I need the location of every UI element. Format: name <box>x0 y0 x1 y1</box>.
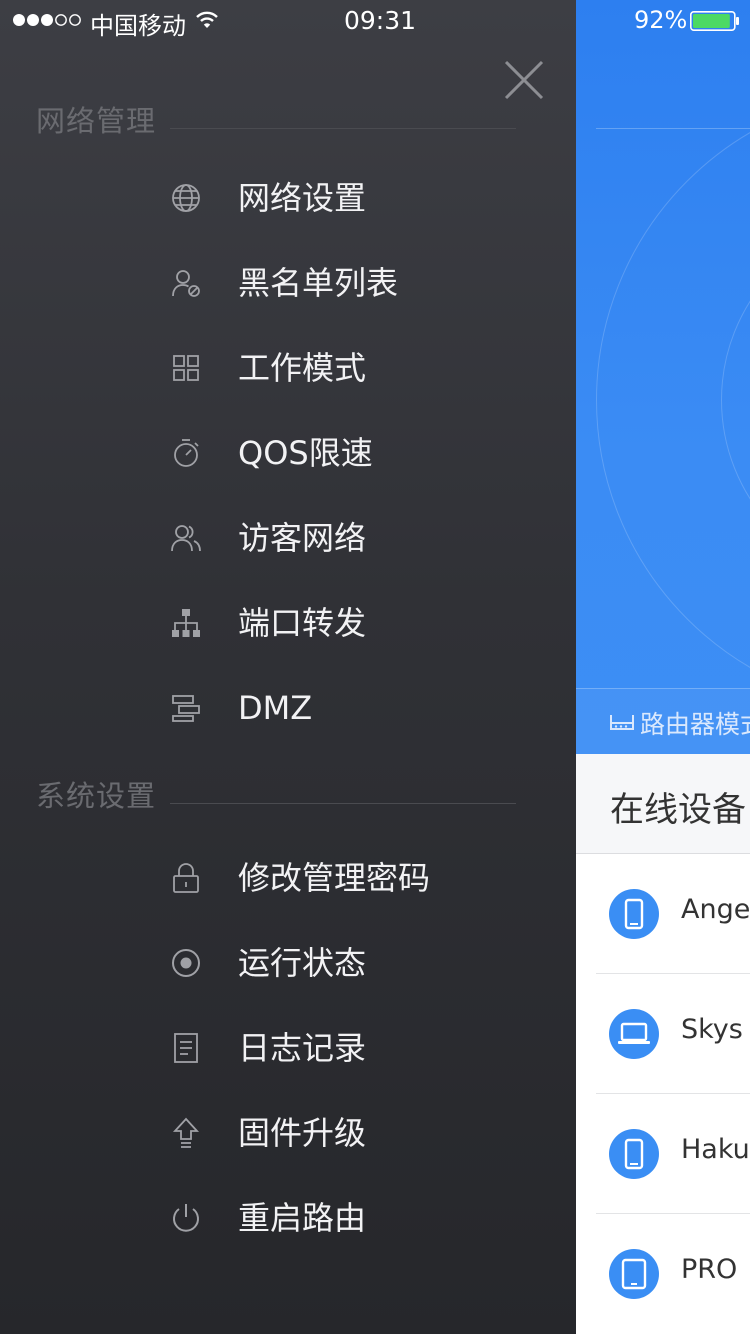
router-hero-panel: 路由器模式 <box>576 0 750 754</box>
clock: 09:31 <box>344 6 417 35</box>
router-icon <box>610 715 634 730</box>
phone-icon <box>609 1129 659 1179</box>
menu-label: 工作模式 <box>238 349 367 387</box>
device-row[interactable]: Hakur <box>576 1094 750 1214</box>
document-icon <box>170 1032 202 1064</box>
globe-icon <box>170 182 202 214</box>
signal-strength-icon <box>13 14 81 26</box>
stopwatch-icon <box>170 437 202 469</box>
menu-item-network-settings[interactable]: 网络设置 <box>150 158 530 238</box>
menu-label: 日志记录 <box>238 1029 367 1067</box>
router-mode-label: 路由器模式 <box>640 710 750 739</box>
menu-item-change-password[interactable]: 修改管理密码 <box>150 838 530 918</box>
phone-icon <box>609 889 659 939</box>
menu-item-logs[interactable]: 日志记录 <box>150 1008 530 1088</box>
device-name: Ange <box>681 894 750 925</box>
side-drawer: 网络管理 网络设置 黑名单列表 工作模式 QOS限速 访客网络 端口转发 DMZ… <box>0 0 576 1334</box>
tablet-icon <box>609 1249 659 1299</box>
menu-item-reboot-router[interactable]: 重启路由 <box>150 1178 530 1258</box>
menu-label: 重启路由 <box>238 1199 367 1237</box>
battery-percentage: 92% <box>634 6 688 34</box>
router-mode-bar[interactable]: 路由器模式 <box>576 688 750 754</box>
menu-label: 运行状态 <box>238 944 367 982</box>
upgrade-arrow-icon <box>170 1117 202 1149</box>
lock-icon <box>170 862 202 894</box>
power-icon <box>170 1202 202 1234</box>
menu-label: 黑名单列表 <box>238 264 399 302</box>
guests-icon <box>170 522 202 554</box>
menu-label: 访客网络 <box>238 519 367 557</box>
wifi-icon <box>196 11 218 28</box>
menu-label: 网络设置 <box>238 179 367 217</box>
menu-item-run-status[interactable]: 运行状态 <box>150 923 530 1003</box>
device-row[interactable]: Ange <box>576 854 750 974</box>
online-devices-header: 在线设备 <box>576 754 750 854</box>
device-name: Skys <box>681 1014 743 1045</box>
battery-icon <box>690 11 739 31</box>
hero-divider <box>596 128 750 129</box>
close-icon[interactable] <box>496 52 552 108</box>
menu-item-port-forwarding[interactable]: 端口转发 <box>150 583 530 663</box>
menu-item-firmware-upgrade[interactable]: 固件升级 <box>150 1093 530 1173</box>
grid-icon <box>170 352 202 384</box>
menu-item-guest-network[interactable]: 访客网络 <box>150 498 530 578</box>
menu-label: 固件升级 <box>238 1114 367 1152</box>
section-divider <box>170 803 516 804</box>
menu-item-qos[interactable]: QOS限速 <box>150 413 530 493</box>
status-dot-icon <box>170 947 202 979</box>
device-row[interactable]: Skys <box>576 974 750 1094</box>
blocked-user-icon <box>170 267 202 299</box>
dmz-icon <box>170 692 202 724</box>
online-devices-title: 在线设备 <box>610 790 746 830</box>
menu-label: DMZ <box>238 689 313 727</box>
battery-level <box>693 14 730 28</box>
carrier-name: 中国移动 <box>90 12 186 40</box>
main-screen: 路由器模式 在线设备 Ange Skys Hakur PRO <box>576 0 750 1334</box>
network-tree-icon <box>170 607 202 639</box>
status-bar: 中国移动 09:31 92% <box>0 0 750 40</box>
menu-item-blacklist[interactable]: 黑名单列表 <box>150 243 530 323</box>
menu-item-dmz[interactable]: DMZ <box>150 668 530 748</box>
menu-label: QOS限速 <box>238 434 373 472</box>
section-divider <box>170 128 516 129</box>
device-name: Hakur <box>681 1134 750 1165</box>
section-title-system: 系统设置 <box>36 779 157 813</box>
menu-label: 修改管理密码 <box>238 859 431 897</box>
menu-item-work-mode[interactable]: 工作模式 <box>150 328 530 408</box>
section-title-network: 网络管理 <box>36 104 157 138</box>
laptop-icon <box>609 1009 659 1059</box>
device-row[interactable]: PRO <box>576 1214 750 1334</box>
menu-label: 端口转发 <box>238 604 367 642</box>
device-name: PRO <box>681 1254 738 1285</box>
